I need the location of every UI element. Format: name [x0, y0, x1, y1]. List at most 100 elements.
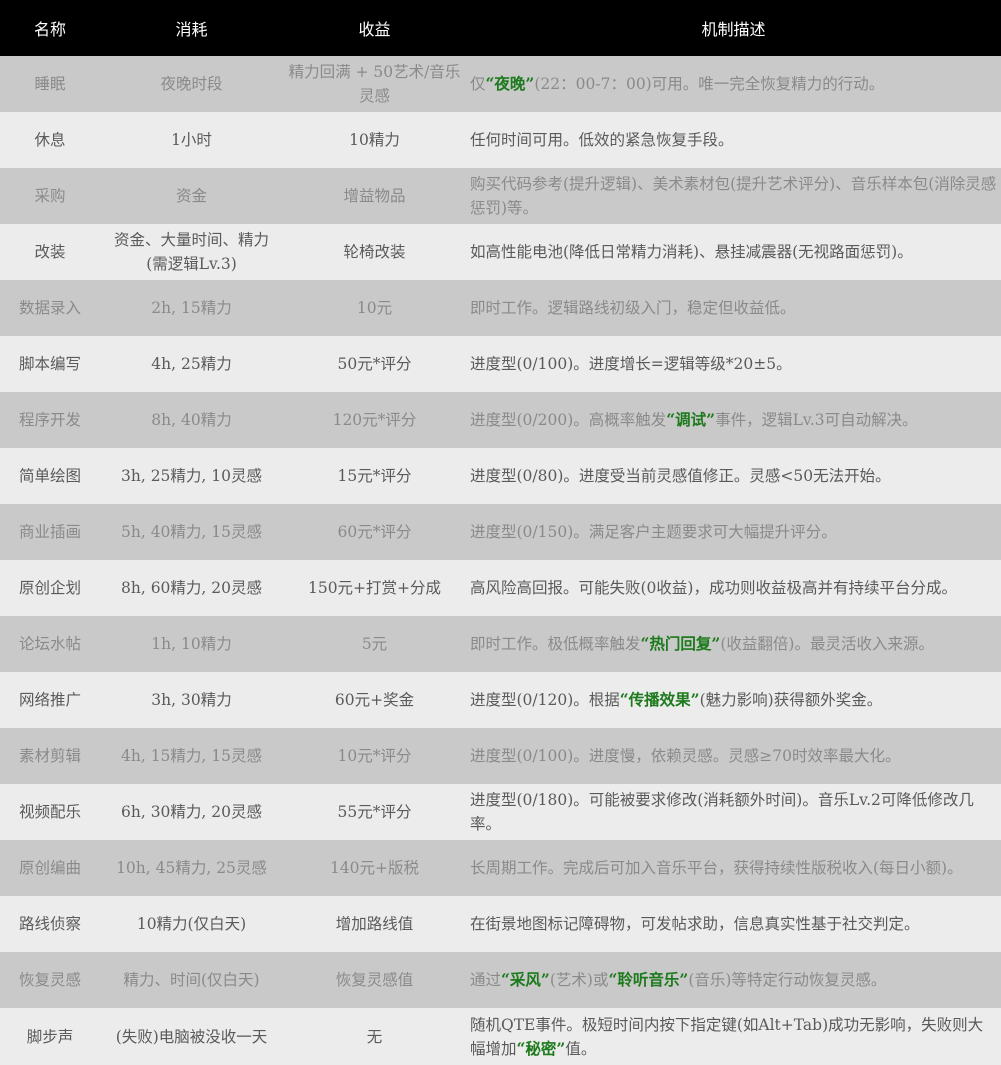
- highlighted-term: “热门回复”: [640, 634, 721, 653]
- cell-cost: 10h, 45精力, 25灵感: [116, 859, 267, 877]
- cell-gain: 恢复灵感值: [335, 971, 414, 989]
- cell-desc: 即时工作。逻辑路线初级入门，稳定但收益低。: [466, 280, 1001, 336]
- cell-cost: 2h, 15精力: [151, 299, 232, 317]
- cell-name: 原创企划: [18, 579, 81, 597]
- desc-text: 购买代码参考(提升逻辑)、美术素材包(提升艺术评分)、音乐样本包(消除灵感惩罚)…: [470, 175, 997, 217]
- cell-desc: 进度型(0/150)。满足客户主题要求可大幅提升评分。: [466, 504, 1001, 560]
- cell-name: 简单绘图: [18, 467, 81, 485]
- table-row: 休息 1小时 10精力 任何时间可用。低效的紧急恢复手段。: [0, 112, 1001, 168]
- cell-desc: 进度型(0/180)。可能被要求修改(消耗额外时间)。音乐Lv.2可降低修改几率…: [466, 784, 1001, 840]
- cell-gain: 50元*评分: [337, 355, 412, 373]
- cell-cost: 3h, 30精力: [151, 691, 232, 709]
- desc-text: (22：00-7：00)可用。唯一完全恢复精力的行动。: [534, 75, 885, 93]
- desc-text: 长周期工作。完成后可加入音乐平台，获得持续性版税收入(每日小额)。: [470, 859, 963, 877]
- table-row: 程序开发 8h, 40精力 120元*评分 进度型(0/200)。高概率触发“调试”事…: [0, 392, 1001, 448]
- desc-text: 如高性能电池(降低日常精力消耗)、悬挂减震器(无视路面惩罚)。: [470, 243, 913, 261]
- cell-name: 论坛水帖: [18, 635, 81, 653]
- cell-cost: 8h, 60精力, 20灵感: [121, 579, 262, 597]
- desc-text: (音乐)等特定行动恢复灵感。: [688, 971, 887, 989]
- desc-text: 进度型(0/200)。高概率触发: [470, 411, 667, 429]
- cell-desc: 通过“采风”(艺术)或“聆听音乐”(音乐)等特定行动恢复灵感。: [466, 952, 1001, 1008]
- cell-name: 程序开发: [18, 411, 81, 429]
- desc-text: (收益翻倍)。最灵活收入来源。: [720, 635, 934, 653]
- cell-desc: 购买代码参考(提升逻辑)、美术素材包(提升艺术评分)、音乐样本包(消除灵感惩罚)…: [466, 168, 1001, 224]
- desc-text: 进度型(0/80)。进度受当前灵感值修正。灵感<50无法开始。: [470, 467, 891, 485]
- desc-text: 仅: [470, 75, 486, 93]
- desc-text: 进度型(0/100)。进度增长=逻辑等级*20±5。: [470, 355, 792, 373]
- highlighted-term: “夜晚”: [485, 74, 535, 93]
- cell-name: 商业插画: [18, 523, 81, 541]
- cell-gain: 60元+奖金: [334, 691, 415, 709]
- header-row: 名称 消耗 收益 机制描述: [0, 0, 1001, 56]
- table-row: 原创编曲 10h, 45精力, 25灵感 140元+版税 长周期工作。完成后可加入音乐…: [0, 840, 1001, 896]
- highlighted-term: “传播效果”: [619, 690, 700, 709]
- cell-cost: 4h, 25精力: [151, 355, 232, 373]
- desc-text: (魅力影响)获得额外奖金。: [699, 691, 883, 709]
- cell-gain: 10精力: [349, 131, 400, 149]
- highlighted-term: “聆听音乐”: [608, 970, 689, 989]
- table-row: 视频配乐 6h, 30精力, 20灵感 55元*评分 进度型(0/180)。可能被要求…: [0, 784, 1001, 840]
- desc-text: 值。: [565, 1039, 597, 1058]
- table-row: 脚步声 (失败)电脑被没收一天 无 随机QTE事件。极短时间内按下指定键(如Alt+T…: [0, 1008, 1001, 1065]
- header-desc: 机制描述: [701, 20, 766, 39]
- cell-name: 视频配乐: [18, 803, 81, 821]
- desc-text: 高风险高回报。可能失败(0收益)，成功则收益极高并有持续平台分成。: [470, 579, 957, 597]
- cell-name: 睡眠: [34, 75, 66, 93]
- cell-cost: 3h, 25精力, 10灵感: [121, 467, 262, 485]
- cell-cost: 10精力(仅白天): [136, 915, 247, 933]
- cell-cost: 6h, 30精力, 20灵感: [121, 803, 262, 821]
- cell-cost: 资金、大量时间、精力(需逻辑Lv.3): [113, 231, 269, 273]
- desc-text: 进度型(0/100)。进度慢，依赖灵感。灵感≥70时效率最大化。: [470, 747, 901, 765]
- desc-text: 进度型(0/150)。满足客户主题要求可大幅提升评分。: [470, 523, 837, 541]
- cell-cost: 夜晚时段: [160, 75, 223, 93]
- table-row: 睡眠 夜晚时段 精力回满 + 50艺术/音乐灵感 仅“夜晚”(22：00-7：00)可…: [0, 56, 1001, 112]
- cell-desc: 进度型(0/120)。根据“传播效果”(魅力影响)获得额外奖金。: [466, 672, 1001, 728]
- cell-gain: 精力回满 + 50艺术/音乐灵感: [288, 63, 461, 105]
- cell-gain: 10元: [356, 299, 393, 317]
- cell-gain: 60元*评分: [337, 523, 412, 541]
- table-row: 改装 资金、大量时间、精力(需逻辑Lv.3) 轮椅改装 如高性能电池(降低日常精力消耗…: [0, 224, 1001, 280]
- highlighted-term: “秘密”: [516, 1038, 566, 1058]
- cell-name: 恢复灵感: [18, 971, 81, 989]
- cell-gain: 15元*评分: [337, 467, 412, 485]
- table-row: 简单绘图 3h, 25精力, 10灵感 15元*评分 进度型(0/80)。进度受当前灵…: [0, 448, 1001, 504]
- cell-cost: 4h, 15精力, 15灵感: [121, 747, 262, 765]
- cell-gain: 120元*评分: [332, 411, 417, 429]
- cell-cost: 8h, 40精力: [151, 411, 232, 429]
- cell-cost: 资金: [175, 187, 207, 205]
- mechanics-table: 名称 消耗 收益 机制描述 睡眠 夜晚时段 精力回满 + 50艺术/音乐灵感 仅“夜晚…: [0, 0, 1001, 1065]
- cell-cost: 5h, 40精力, 15灵感: [121, 523, 262, 541]
- desc-text: 通过: [470, 971, 502, 989]
- cell-name: 原创编曲: [18, 859, 81, 877]
- table-row: 原创企划 8h, 60精力, 20灵感 150元+打赏+分成 高风险高回报。可能失败(…: [0, 560, 1001, 616]
- desc-text: 进度型(0/180)。可能被要求修改(消耗额外时间)。音乐Lv.2可降低修改几率…: [470, 791, 974, 833]
- table-row: 脚本编写 4h, 25精力 50元*评分 进度型(0/100)。进度增长=逻辑等级*2…: [0, 336, 1001, 392]
- cell-desc: 随机QTE事件。极短时间内按下指定键(如Alt+Tab)成功无影响，失败则大幅增…: [466, 1008, 1001, 1065]
- desc-text: 即时工作。逻辑路线初级入门，稳定但收益低。: [470, 299, 796, 317]
- cell-desc: 长周期工作。完成后可加入音乐平台，获得持续性版税收入(每日小额)。: [466, 840, 1001, 896]
- cell-cost: 1h, 10精力: [151, 635, 232, 653]
- cell-gain: 轮椅改装: [343, 243, 406, 261]
- cell-gain: 150元+打赏+分成: [307, 579, 442, 597]
- cell-desc: 进度型(0/100)。进度慢，依赖灵感。灵感≥70时效率最大化。: [466, 728, 1001, 784]
- cell-gain: 增益物品: [343, 187, 406, 205]
- cell-desc: 进度型(0/80)。进度受当前灵感值修正。灵感<50无法开始。: [466, 448, 1001, 504]
- table-row: 数据录入 2h, 15精力 10元 即时工作。逻辑路线初级入门，稳定但收益低。: [0, 280, 1001, 336]
- header-cost: 消耗: [175, 20, 208, 39]
- table-body: 睡眠 夜晚时段 精力回满 + 50艺术/音乐灵感 仅“夜晚”(22：00-7：00)可…: [0, 56, 1001, 1065]
- cell-name: 数据录入: [18, 299, 81, 317]
- table-row: 采购 资金 增益物品 购买代码参考(提升逻辑)、美术素材包(提升艺术评分)、音乐样本包…: [0, 168, 1001, 224]
- cell-name: 脚本编写: [18, 355, 81, 373]
- cell-gain: 140元+版税: [329, 859, 420, 877]
- cell-cost: 1小时: [171, 131, 212, 149]
- header-gain: 收益: [358, 20, 391, 39]
- highlighted-term: “采风”: [501, 970, 550, 989]
- cell-desc: 仅“夜晚”(22：00-7：00)可用。唯一完全恢复精力的行动。: [466, 56, 1001, 112]
- cell-desc: 高风险高回报。可能失败(0收益)，成功则收益极高并有持续平台分成。: [466, 560, 1001, 616]
- desc-text: 在街景地图标记障碍物，可发帖求助，信息真实性基于社交判定。: [470, 915, 920, 933]
- desc-text: 即时工作。极低概率触发: [470, 635, 641, 653]
- cell-name: 脚步声: [26, 1027, 74, 1046]
- table-row: 路线侦察 10精力(仅白天) 增加路线值 在街景地图标记障碍物，可发帖求助，信息真实性…: [0, 896, 1001, 952]
- cell-desc: 进度型(0/100)。进度增长=逻辑等级*20±5。: [466, 336, 1001, 392]
- table-row: 素材剪辑 4h, 15精力, 15灵感 10元*评分 进度型(0/100)。进度慢，依…: [0, 728, 1001, 784]
